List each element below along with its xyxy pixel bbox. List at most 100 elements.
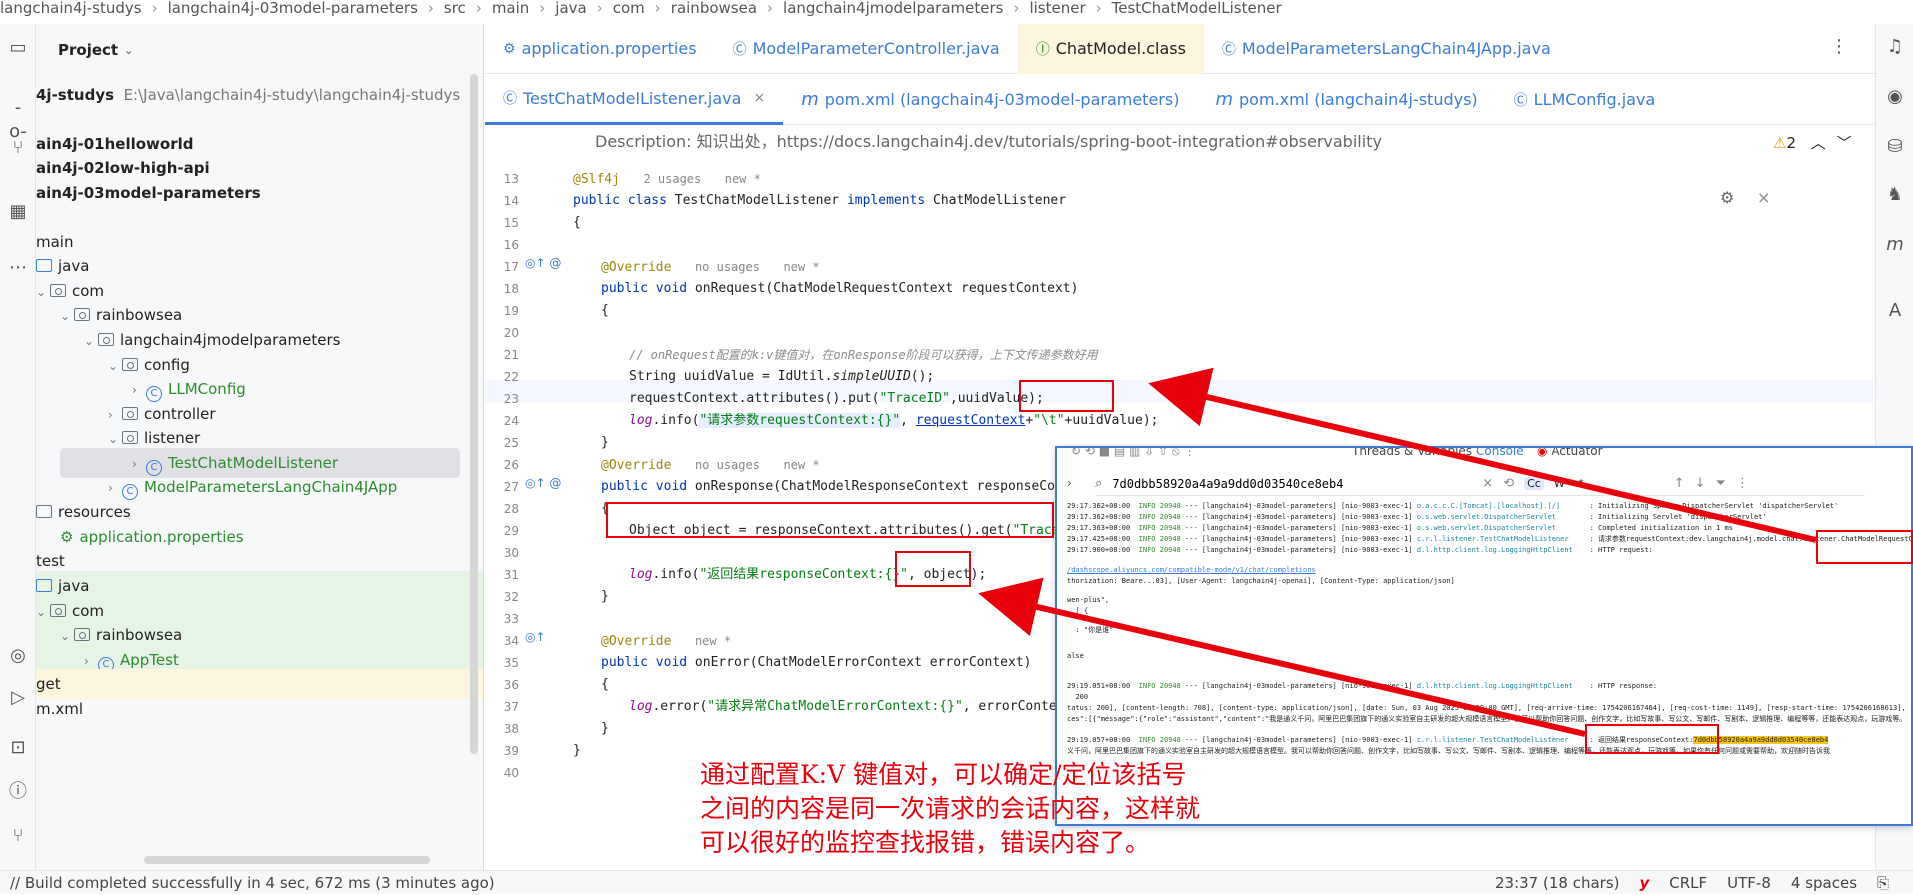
arrow-up-icon[interactable]: ↑ (1674, 476, 1685, 491)
history-icon[interactable]: ⟲ (1503, 476, 1514, 491)
close-icon[interactable]: × (753, 90, 765, 106)
log-line: 29:19.051+08:00 INFO 20948 --- [langchai… (1067, 682, 1657, 691)
project-scrollbar-horizontal[interactable] (144, 856, 430, 864)
regex-toggle[interactable]: .* (1575, 477, 1584, 490)
tab-pom-03model[interactable]: m pom.xml (langchain4j-03model-parameters… (783, 75, 1197, 125)
log-line: wen-plus", (1067, 596, 1110, 604)
author-hint[interactable]: new * (783, 260, 819, 274)
cursor-position[interactable]: 23:37 (18 chars) (1495, 871, 1619, 895)
override-gutter-icon[interactable]: ◎↑ (525, 630, 546, 644)
breadcrumb-item[interactable]: java (555, 1, 586, 16)
plugin-icon[interactable]: y (1639, 871, 1649, 895)
tree-module[interactable]: ain4j-03model-parameters (36, 178, 261, 208)
line-number: 26 (503, 458, 519, 472)
folder-icon[interactable]: ▭ (6, 36, 30, 60)
tab-llm-config[interactable]: Ⓒ LLMConfig.java (1496, 75, 1674, 125)
indent-setting[interactable]: 4 spaces (1791, 871, 1857, 895)
clear-icon[interactable]: × (1482, 476, 1493, 491)
author-hint[interactable]: new * (725, 172, 761, 186)
tree-folder[interactable]: get (36, 669, 483, 699)
terminal-icon[interactable]: ⊡ (6, 736, 30, 760)
file-encoding[interactable]: UTF-8 (1727, 871, 1771, 895)
chevron-down-icon[interactable]: ﹀ (1837, 134, 1852, 152)
chevron-right-icon[interactable]: › (1067, 476, 1072, 490)
breadcrumb-item[interactable]: langchain4j-studys (0, 1, 142, 16)
tab-actuator[interactable]: ◉ Actuator (1537, 448, 1603, 458)
more-vertical-icon[interactable]: ⋮ (1830, 36, 1848, 57)
filter-icon[interactable]: ⏷ (1716, 476, 1726, 491)
match-case-toggle[interactable]: Cc (1524, 477, 1544, 490)
more-icon[interactable]: ⋮ (1736, 476, 1749, 491)
notifications-icon[interactable]: ♫ (1884, 36, 1906, 58)
breadcrumb-item[interactable]: src (444, 1, 466, 16)
chevron-up-icon[interactable]: ︿ (1811, 134, 1826, 152)
line-number: 25 (503, 436, 519, 450)
usages-hint[interactable]: 2 usages (643, 172, 701, 186)
gradle-icon[interactable]: ♞ (1884, 184, 1906, 206)
chevron-down-icon[interactable]: ⌄ (84, 326, 98, 356)
lock-icon[interactable]: ⎘ (1877, 871, 1889, 895)
editor-tabs-row2: Ⓒ TestChatModelListener.java × m pom.xml (l… (485, 74, 1875, 125)
author-hint[interactable]: new * (695, 634, 731, 648)
override-gutter-icon[interactable]: ◎↑ @ (525, 256, 561, 270)
tab-test-chat-model-listener[interactable]: Ⓒ TestChatModelListener.java × (485, 74, 784, 125)
more-icon[interactable]: ⋯ (6, 256, 30, 280)
tree-root[interactable]: 4j-studys E:\Java\langchain4j-study\lang… (36, 80, 460, 110)
line-number: 14 (503, 194, 519, 208)
console-search-input[interactable] (1112, 476, 1473, 491)
problems-icon[interactable]: ⓘ (6, 780, 30, 804)
translate-icon[interactable]: A (1884, 300, 1906, 322)
tab-application-properties[interactable]: ⚙ application.properties (485, 24, 715, 74)
chevron-down-icon[interactable]: ⌄ (108, 351, 122, 381)
tab-threads-variables[interactable]: Threads & Variables (1352, 448, 1472, 458)
tab-console[interactable]: Console (1476, 448, 1524, 458)
breadcrumb-item[interactable]: rainbowsea (671, 1, 757, 16)
warnings-indicator[interactable]: ⚠2 ︿ ﹀ (1773, 132, 1852, 153)
services-icon[interactable]: ◎ (6, 644, 30, 668)
breadcrumb-item[interactable]: main (492, 1, 529, 16)
project-header[interactable]: Project ⌄ (36, 24, 483, 76)
tree-label: listener (144, 429, 201, 447)
override-gutter-icon[interactable]: ◎↑ @ (525, 476, 561, 490)
log-time: 29:19.051+08:00 (1067, 682, 1139, 690)
class-icon: Ⓒ (732, 41, 747, 58)
breadcrumb-item[interactable]: com (613, 1, 645, 16)
pull-request-icon[interactable]: ⑂ (6, 136, 30, 160)
chevron-down-icon[interactable]: ⌄ (36, 277, 50, 307)
whole-word-toggle[interactable]: W (1554, 477, 1565, 490)
structure-icon[interactable]: ▦ (6, 200, 30, 224)
tree-file[interactable]: › C ModelParametersLangChain4JApp (108, 472, 397, 502)
tab-pom-studys[interactable]: m pom.xml (langchain4j-studys) (1197, 75, 1495, 125)
tab-model-parameter-controller[interactable]: Ⓒ ModelParameterController.java (715, 24, 1018, 74)
tree-file[interactable]: m.xml (36, 694, 83, 724)
toolbar-icons[interactable]: ↻ ⟲ ■ ▤ ▥ ⇩ ⇧ ⦸ ⋮ (1071, 448, 1196, 459)
git-icon[interactable]: ⑂ (6, 824, 30, 848)
breadcrumb-item[interactable]: langchain4jmodelparameters (783, 1, 1003, 16)
breadcrumb-item[interactable]: listener (1029, 1, 1085, 16)
ai-assistant-icon[interactable]: ⚙ (1720, 188, 1734, 207)
tab-model-parameters-app[interactable]: Ⓒ ModelParametersLangChain4JApp.java (1204, 24, 1569, 74)
maven-icon[interactable]: m (1884, 234, 1906, 256)
line-separator[interactable]: CRLF (1669, 871, 1707, 895)
chevron-down-icon[interactable]: ⌄ (124, 44, 133, 57)
log-line: 200 (1067, 693, 1089, 701)
close-icon[interactable]: × (1757, 188, 1770, 207)
commit-icon[interactable]: -o- (6, 96, 30, 142)
tab-chat-model-class[interactable]: Ⓘ ChatModel.class (1017, 23, 1204, 74)
project-scrollbar[interactable] (470, 74, 478, 754)
properties-icon: ⚙ (503, 40, 516, 57)
build-status[interactable]: // Build completed successfully in 4 sec… (10, 871, 495, 895)
run-icon[interactable]: ▷ (6, 686, 30, 710)
breadcrumb-item[interactable]: TestChatModelListener (1112, 1, 1282, 16)
code-line: @Override new * (601, 630, 731, 652)
ai-assistant-icon[interactable]: ◉ (1884, 86, 1906, 108)
breadcrumb-item[interactable]: langchain4j-03model-parameters (168, 1, 418, 16)
database-icon[interactable]: ⛁ (1884, 136, 1906, 158)
log-link[interactable]: /dashscope.aliyuncs.com/compatible-mode/… (1067, 566, 1316, 574)
arrow-down-icon[interactable]: ↓ (1695, 476, 1706, 491)
usages-hint[interactable]: no usages (695, 260, 760, 274)
usages-hint[interactable]: no usages (695, 458, 760, 472)
author-hint[interactable]: new * (783, 458, 819, 472)
tree-file[interactable]: ⚙ application.properties (60, 522, 244, 552)
chevron-down-icon[interactable]: ⌄ (60, 301, 74, 331)
